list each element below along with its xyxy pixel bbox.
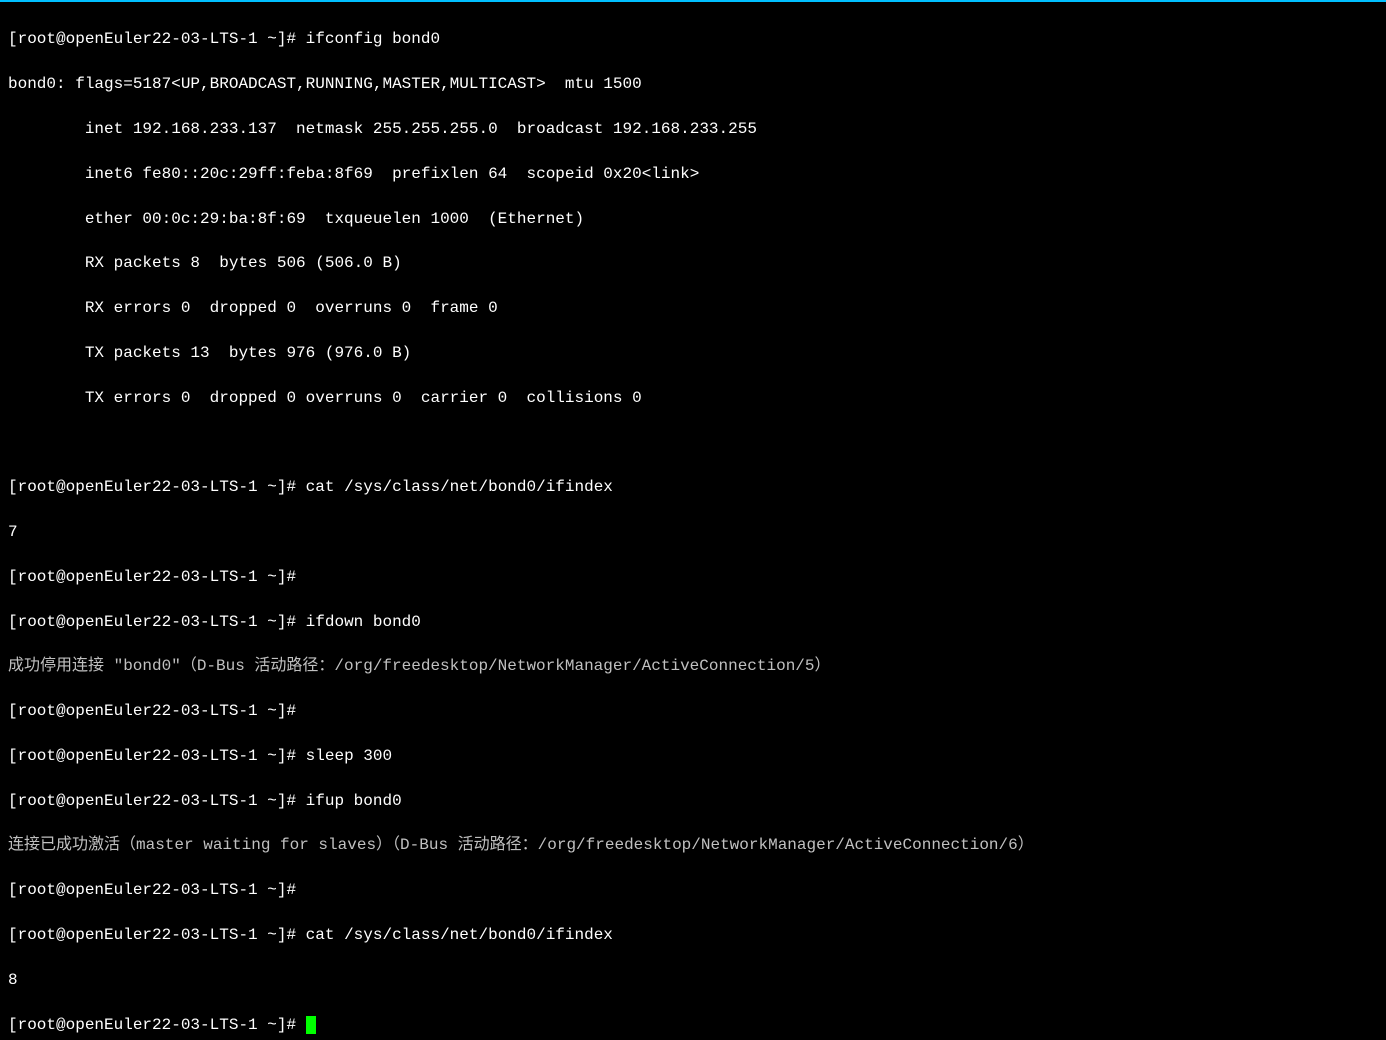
terminal-line: [root@openEuler22-03-LTS-1 ~]# ifconfig … xyxy=(8,28,1378,50)
shell-prompt: [root@openEuler22-03-LTS-1 ~]# xyxy=(8,881,306,899)
command-text: ifdown bond0 xyxy=(306,613,421,631)
terminal-line: [root@openEuler22-03-LTS-1 ~]# xyxy=(8,1014,1378,1036)
output-line: 8 xyxy=(8,969,1378,991)
terminal-line: [root@openEuler22-03-LTS-1 ~]# xyxy=(8,879,1378,901)
blank-line xyxy=(8,431,1378,453)
output-line: TX errors 0 dropped 0 overruns 0 carrier… xyxy=(8,387,1378,409)
command-text: ifup bond0 xyxy=(306,792,402,810)
output-line: inet6 fe80::20c:29ff:feba:8f69 prefixlen… xyxy=(8,163,1378,185)
output-line: 连接已成功激活（master waiting for slaves）（D-Bus… xyxy=(8,834,1378,856)
output-line: TX packets 13 bytes 976 (976.0 B) xyxy=(8,342,1378,364)
terminal-line: [root@openEuler22-03-LTS-1 ~]# ifup bond… xyxy=(8,790,1378,812)
shell-prompt: [root@openEuler22-03-LTS-1 ~]# xyxy=(8,30,306,48)
output-line: 成功停用连接 "bond0"（D-Bus 活动路径：/org/freedeskt… xyxy=(8,655,1378,677)
terminal-line: [root@openEuler22-03-LTS-1 ~]# xyxy=(8,700,1378,722)
terminal-window[interactable]: [root@openEuler22-03-LTS-1 ~]# ifconfig … xyxy=(0,2,1386,1040)
terminal-line: [root@openEuler22-03-LTS-1 ~]# cat /sys/… xyxy=(8,924,1378,946)
command-text: sleep 300 xyxy=(306,747,392,765)
shell-prompt: [root@openEuler22-03-LTS-1 ~]# xyxy=(8,613,306,631)
shell-prompt: [root@openEuler22-03-LTS-1 ~]# xyxy=(8,702,306,720)
output-line: RX errors 0 dropped 0 overruns 0 frame 0 xyxy=(8,297,1378,319)
cursor-icon xyxy=(306,1016,316,1034)
output-line: inet 192.168.233.137 netmask 255.255.255… xyxy=(8,118,1378,140)
shell-prompt: [root@openEuler22-03-LTS-1 ~]# xyxy=(8,747,306,765)
output-line: ether 00:0c:29:ba:8f:69 txqueuelen 1000 … xyxy=(8,208,1378,230)
terminal-line: [root@openEuler22-03-LTS-1 ~]# cat /sys/… xyxy=(8,476,1378,498)
terminal-line: [root@openEuler22-03-LTS-1 ~]# ifdown bo… xyxy=(8,611,1378,633)
shell-prompt: [root@openEuler22-03-LTS-1 ~]# xyxy=(8,568,306,586)
shell-prompt: [root@openEuler22-03-LTS-1 ~]# xyxy=(8,478,306,496)
shell-prompt: [root@openEuler22-03-LTS-1 ~]# xyxy=(8,792,306,810)
output-line: RX packets 8 bytes 506 (506.0 B) xyxy=(8,252,1378,274)
command-text: cat /sys/class/net/bond0/ifindex xyxy=(306,926,613,944)
output-line: 7 xyxy=(8,521,1378,543)
terminal-line: [root@openEuler22-03-LTS-1 ~]# sleep 300 xyxy=(8,745,1378,767)
command-text: ifconfig bond0 xyxy=(306,30,440,48)
terminal-line: [root@openEuler22-03-LTS-1 ~]# xyxy=(8,566,1378,588)
command-text: cat /sys/class/net/bond0/ifindex xyxy=(306,478,613,496)
shell-prompt: [root@openEuler22-03-LTS-1 ~]# xyxy=(8,1016,306,1034)
output-line: bond0: flags=5187<UP,BROADCAST,RUNNING,M… xyxy=(8,73,1378,95)
shell-prompt: [root@openEuler22-03-LTS-1 ~]# xyxy=(8,926,306,944)
